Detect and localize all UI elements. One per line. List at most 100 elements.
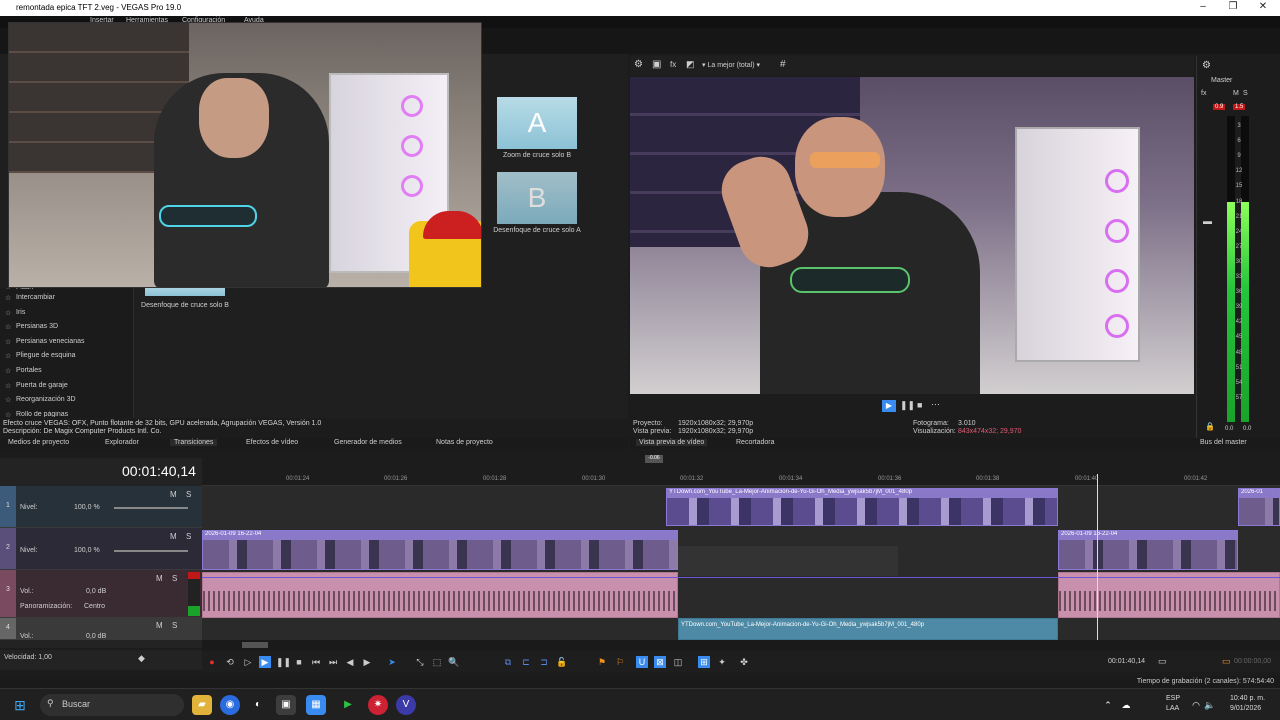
solo-button[interactable]: S bbox=[172, 574, 177, 583]
snap-icon[interactable]: ⊠ bbox=[654, 656, 666, 668]
transition-item[interactable]: Intercambiar bbox=[0, 294, 133, 309]
selection-tool-icon[interactable]: ⬚ bbox=[431, 656, 443, 668]
fx-icon[interactable]: fx bbox=[670, 60, 676, 69]
split-icon[interactable]: ⧉ bbox=[502, 656, 514, 668]
record-icon[interactable]: ● bbox=[206, 656, 218, 668]
clock-date[interactable]: 9/01/2026 bbox=[1230, 705, 1261, 712]
transition-item[interactable]: Iris bbox=[0, 309, 133, 324]
velocity-slider[interactable]: ◆ bbox=[138, 653, 145, 664]
solo-button[interactable]: S bbox=[186, 490, 191, 499]
timecode-display[interactable]: 00:01:40,14 bbox=[122, 463, 196, 479]
zoom-tool-icon[interactable]: 🔍 bbox=[448, 656, 460, 668]
play-icon[interactable]: ▶ bbox=[259, 656, 271, 668]
audio-clip-yugioh[interactable]: YTDown.com_YouTube_La-Mejor-Animacion-de… bbox=[678, 618, 1058, 640]
timeline-tracks[interactable]: YTDown.com_YouTube_La-Mejor-Animacion-de… bbox=[202, 474, 1280, 640]
transition-item[interactable]: Persianas 3D bbox=[0, 323, 133, 338]
mute-button[interactable]: M bbox=[156, 574, 163, 583]
solo-button[interactable]: S bbox=[186, 532, 191, 541]
transition-item[interactable]: Reorganización 3D bbox=[0, 396, 133, 411]
mute-button[interactable]: M bbox=[1233, 90, 1239, 97]
volume-envelope[interactable] bbox=[202, 577, 1280, 578]
calculator-icon[interactable]: ▦ bbox=[306, 695, 326, 715]
solo-button[interactable]: S bbox=[172, 621, 177, 630]
tab-bus-master[interactable]: Bus del master bbox=[1200, 439, 1247, 446]
track-header-4[interactable]: 4 Vol.: 0,0 dB M S bbox=[0, 618, 202, 640]
video-clip-cam-2[interactable]: 2026-01-09 16-22-04 bbox=[1058, 530, 1238, 570]
next-frame-icon[interactable]: ▶ bbox=[361, 656, 373, 668]
fader-handle[interactable]: ▬ bbox=[1203, 216, 1212, 226]
lock-icon[interactable]: 🔒 bbox=[1205, 422, 1215, 431]
loop-icon[interactable]: ⟲ bbox=[224, 656, 236, 668]
fx-icon[interactable]: fx bbox=[1201, 90, 1206, 97]
fx-chain-icon[interactable]: ✤ bbox=[738, 656, 750, 668]
mute-button[interactable]: M bbox=[156, 621, 163, 630]
unlock-icon[interactable]: 🔓 bbox=[556, 656, 568, 668]
tab-recortadora[interactable]: Recortadora bbox=[736, 439, 775, 446]
level-slider[interactable] bbox=[114, 550, 188, 552]
play-app-icon[interactable]: ▶ bbox=[338, 695, 358, 715]
prev-frame-icon[interactable]: ◀ bbox=[344, 656, 356, 668]
loop-region-marker[interactable]: -0.06 bbox=[645, 455, 663, 463]
timeline-ruler[interactable]: 00:01:24 00:01:26 00:01:28 00:01:30 00:0… bbox=[202, 474, 1280, 486]
tab-generador-medios[interactable]: Generador de medios bbox=[334, 439, 402, 446]
track-header-1[interactable]: 1 Nivel: 100,0 % M S bbox=[0, 486, 202, 528]
crossfade-icon[interactable]: ◫ bbox=[672, 656, 684, 668]
chevron-up-icon[interactable]: ⌃ bbox=[1098, 695, 1118, 715]
track-header-2[interactable]: 2 Nivel: 100,0 % M S bbox=[0, 528, 202, 570]
tab-transiciones[interactable]: Transiciones bbox=[170, 439, 218, 446]
marker-icon[interactable]: ⚑ bbox=[596, 656, 608, 668]
maximize-button[interactable]: ❐ bbox=[1218, 1, 1248, 15]
region-icon[interactable]: ⚐ bbox=[614, 656, 626, 668]
language-top[interactable]: ESP bbox=[1166, 695, 1180, 702]
play-icon[interactable]: ▶ bbox=[882, 400, 896, 412]
monitor-icon[interactable]: ▣ bbox=[652, 59, 661, 70]
settings-icon[interactable]: ⚙ bbox=[1202, 60, 1211, 71]
tab-efectos-video[interactable]: Efectos de vídeo bbox=[246, 439, 298, 446]
grid-icon[interactable]: # bbox=[780, 59, 786, 70]
network-icon[interactable]: ☁ bbox=[1116, 695, 1136, 715]
split-icon[interactable]: ◩ bbox=[686, 59, 695, 70]
cursor-tool-icon[interactable]: ➤ bbox=[386, 656, 398, 668]
transition-thumb-blur-a[interactable]: B bbox=[497, 172, 577, 224]
envelope-tool-icon[interactable]: ⤡ bbox=[414, 656, 426, 668]
level-slider[interactable] bbox=[114, 507, 188, 509]
pause-icon[interactable]: ❚❚ bbox=[900, 400, 915, 411]
app-icon[interactable]: ▣ bbox=[276, 695, 296, 715]
go-end-icon[interactable]: ⏭ bbox=[327, 656, 339, 668]
lock-envelope-icon[interactable]: ✦ bbox=[716, 656, 728, 668]
language-bottom[interactable]: LAA bbox=[1166, 705, 1179, 712]
mute-button[interactable]: M bbox=[170, 490, 177, 499]
selection-icon[interactable]: ▭ bbox=[1158, 656, 1167, 667]
tab-medios-proyecto[interactable]: Medios de proyecto bbox=[8, 439, 69, 446]
windows-start-icon[interactable]: ⊞ bbox=[10, 695, 30, 715]
audio-clip-cam[interactable] bbox=[202, 572, 678, 618]
tab-notas-proyecto[interactable]: Notas de proyecto bbox=[436, 439, 493, 446]
track-header-3[interactable]: 3 Vol.: 0,0 dB Panoramización: Centro M … bbox=[0, 570, 202, 618]
trim-start-icon[interactable]: ⊏ bbox=[520, 656, 532, 668]
stop-icon[interactable]: ■ bbox=[293, 656, 305, 668]
video-clip-cam[interactable]: 2026-01-09 16-22-04 bbox=[202, 530, 678, 570]
capcut-icon[interactable]: ◐ bbox=[248, 695, 268, 715]
scrollbar-thumb[interactable] bbox=[242, 642, 268, 648]
mute-button[interactable]: M bbox=[170, 532, 177, 541]
close-button[interactable]: ✕ bbox=[1248, 1, 1278, 15]
minimize-button[interactable]: – bbox=[1188, 1, 1218, 15]
video-clip-yugioh[interactable]: YTDown.com_YouTube_La-Mejor-Animacion-de… bbox=[666, 488, 1058, 526]
vegas-pro-icon[interactable]: V bbox=[396, 695, 416, 715]
solo-button[interactable]: S bbox=[1243, 90, 1248, 97]
tab-vista-previa[interactable]: Vista previa de vídeo bbox=[636, 439, 708, 446]
search-box[interactable]: ⚲ Buscar bbox=[40, 694, 184, 716]
video-clip-right[interactable]: 2026-01 bbox=[1238, 488, 1280, 526]
playhead[interactable] bbox=[1097, 474, 1098, 640]
chrome-icon[interactable]: ◉ bbox=[220, 695, 240, 715]
clock-time[interactable]: 10:40 p. m. bbox=[1230, 695, 1265, 702]
tab-explorador[interactable]: Explorador bbox=[105, 439, 139, 446]
quality-dropdown[interactable]: ▾ La mejor (total) ▾ bbox=[702, 61, 760, 69]
trim-end-icon[interactable]: ⊐ bbox=[538, 656, 550, 668]
timeline-scrollbar[interactable] bbox=[202, 640, 1280, 650]
volume-icon[interactable]: 🔈 bbox=[1200, 695, 1220, 715]
audio-clip-cam-2[interactable] bbox=[1058, 572, 1280, 618]
settings-icon[interactable]: ⚙ bbox=[634, 59, 643, 70]
transition-item[interactable]: Pliegue de esquina bbox=[0, 352, 133, 367]
vegas-icon[interactable]: ✷ bbox=[368, 695, 388, 715]
